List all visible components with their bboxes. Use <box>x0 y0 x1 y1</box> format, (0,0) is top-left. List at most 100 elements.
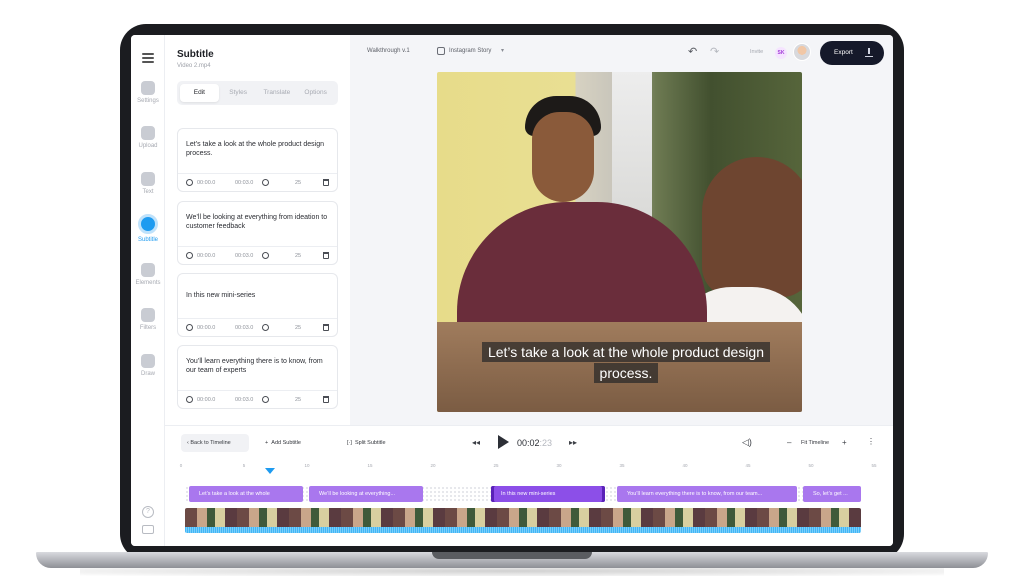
add-subtitle-button[interactable]: + Add Subtitle <box>265 440 301 446</box>
subtitle-caption[interactable]: Let’s take a look at the whole product d… <box>477 342 775 384</box>
trash-icon[interactable] <box>323 324 329 331</box>
subtitle-text[interactable]: Let’s take a look at the whole product d… <box>186 141 330 158</box>
char-count: 25 <box>295 180 302 186</box>
video-preview[interactable]: Let’s take a look at the whole product d… <box>437 72 802 412</box>
subtitle-panel: Subtitle Video 2.mp4 Edit Styles Transla… <box>165 35 350 425</box>
upload-icon <box>865 48 873 57</box>
end-time-icon <box>262 396 269 403</box>
trash-icon[interactable] <box>323 252 329 259</box>
project-name[interactable]: Walkthrough v.1 <box>367 48 410 54</box>
subtitle-text[interactable]: You’ll learn everything there is to know… <box>186 358 330 375</box>
split-subtitle-label: Split Subtitle <box>354 440 386 446</box>
ruler-tick: 55 <box>871 463 877 468</box>
upload-icon <box>141 126 155 140</box>
previous-icon[interactable]: ◂◂ <box>472 438 480 447</box>
rail-item-upload[interactable]: Upload <box>131 126 165 149</box>
zoom-in-icon[interactable]: + <box>842 438 847 447</box>
tab-options[interactable]: Options <box>296 84 335 102</box>
rail-item-text[interactable]: Text <box>131 172 165 195</box>
ruler-tick: 5 <box>242 463 246 468</box>
more-options-icon[interactable]: ⋮ <box>867 437 875 446</box>
undo-icon[interactable]: ↶ <box>688 45 697 58</box>
volume-icon[interactable]: ◁) <box>742 437 752 448</box>
next-icon[interactable]: ▸▸ <box>569 438 577 447</box>
subtitle-clip[interactable]: We’ll be looking at everything... <box>309 486 423 502</box>
subtitle-clip[interactable]: So, let’s get ... <box>803 486 861 502</box>
rail-item-elements[interactable]: Elements <box>131 263 165 286</box>
end-time-icon <box>262 324 269 331</box>
fit-timeline-button[interactable]: Fit Timeline <box>801 440 829 446</box>
end-time[interactable]: 00:03.0 <box>235 325 253 331</box>
subtitle-text[interactable]: We’ll be looking at everything from idea… <box>186 214 330 231</box>
rail-label: Settings <box>137 98 159 104</box>
rail-label: Filters <box>139 325 157 331</box>
chevron-down-icon[interactable]: ▾ <box>501 47 504 54</box>
end-time[interactable]: 00:03.0 <box>235 180 253 186</box>
subtitle-card[interactable]: You’ll learn everything there is to know… <box>177 345 338 409</box>
trash-icon[interactable] <box>323 396 329 403</box>
subtitle-card[interactable]: We’ll be looking at everything from idea… <box>177 201 338 265</box>
ruler-tick: 10 <box>304 463 310 468</box>
start-time[interactable]: 00:00.0 <box>197 325 215 331</box>
rail-item-subtitle[interactable]: Subtitle <box>131 214 165 243</box>
ruler-tick: 40 <box>682 463 688 468</box>
rail-item-draw[interactable]: Draw <box>131 354 165 377</box>
tab-translate[interactable]: Translate <box>258 84 297 102</box>
help-icon[interactable]: ? <box>142 506 154 518</box>
subtitle-text[interactable]: In this new mini-series <box>186 292 330 301</box>
ruler-tick: 0 <box>179 463 183 468</box>
export-label: Export <box>834 49 853 56</box>
avatar[interactable] <box>793 43 811 61</box>
start-time[interactable]: 00:00.0 <box>197 397 215 403</box>
panel-title: Subtitle <box>177 49 214 60</box>
keyboard-icon[interactable] <box>142 525 154 534</box>
rail-item-filters[interactable]: Filters <box>131 308 165 331</box>
instagram-icon <box>437 47 445 55</box>
subtitle-icon <box>138 214 158 234</box>
playback-time: 00:02:23 <box>517 438 552 448</box>
subtitle-clip[interactable]: Let’s take a look at the whole <box>189 486 303 502</box>
format-select[interactable]: Instagram Story <box>449 48 491 54</box>
rail-item-settings[interactable]: Settings <box>131 81 165 104</box>
ruler-tick: 15 <box>367 463 373 468</box>
end-time-icon <box>262 179 269 186</box>
subtitle-clip[interactable]: You’ll learn everything there is to know… <box>617 486 797 502</box>
end-time[interactable]: 00:03.0 <box>235 397 253 403</box>
subtitle-card[interactable]: In this new mini-series 00:00.0 00:03.0 … <box>177 273 338 337</box>
filters-icon <box>141 308 155 322</box>
playhead[interactable] <box>265 468 275 474</box>
subtitle-track: Let’s take a look at the whole We’ll be … <box>185 486 861 502</box>
rail-label: Text <box>142 189 154 195</box>
left-rail: Settings Upload Text Subtitle Elements F… <box>131 35 165 546</box>
export-button[interactable]: Export <box>820 41 884 65</box>
current-time: 00:02 <box>517 438 540 448</box>
audio-waveform[interactable] <box>185 527 861 533</box>
tab-styles[interactable]: Styles <box>219 84 258 102</box>
invite-link[interactable]: Invite <box>750 49 763 55</box>
start-time[interactable]: 00:00.0 <box>197 180 215 186</box>
start-time[interactable]: 00:00.0 <box>197 253 215 259</box>
play-icon[interactable] <box>498 435 509 449</box>
add-subtitle-label: Add Subtitle <box>271 440 301 446</box>
ruler-tick: 30 <box>556 463 562 468</box>
draw-icon <box>141 354 155 368</box>
tab-edit[interactable]: Edit <box>180 84 219 102</box>
split-subtitle-button[interactable]: [·] Split Subtitle <box>347 440 386 446</box>
card-footer: 00:00.0 00:03.0 25 <box>178 246 337 264</box>
time-ruler[interactable]: 0 5 10 15 20 25 30 35 40 45 50 55 <box>179 463 881 473</box>
subtitle-clip-selected[interactable]: In this new mini-series <box>491 486 605 502</box>
end-time[interactable]: 00:03.0 <box>235 253 253 259</box>
ruler-tick: 50 <box>808 463 814 468</box>
zoom-out-icon[interactable]: – <box>787 438 791 447</box>
rail-label: Upload <box>138 143 158 149</box>
back-to-timeline-button[interactable]: ‹ Back to Timeline <box>181 434 249 452</box>
redo-icon[interactable]: ↷ <box>710 45 719 58</box>
user-initials-avatar[interactable]: SK <box>775 47 787 59</box>
ruler-tick: 45 <box>745 463 751 468</box>
subtitle-card[interactable]: Let’s take a look at the whole product d… <box>177 128 338 192</box>
trash-icon[interactable] <box>323 179 329 186</box>
menu-icon[interactable] <box>142 53 154 63</box>
card-footer: 00:00.0 00:03.0 25 <box>178 173 337 191</box>
elements-icon <box>141 263 155 277</box>
char-count: 25 <box>295 397 302 403</box>
